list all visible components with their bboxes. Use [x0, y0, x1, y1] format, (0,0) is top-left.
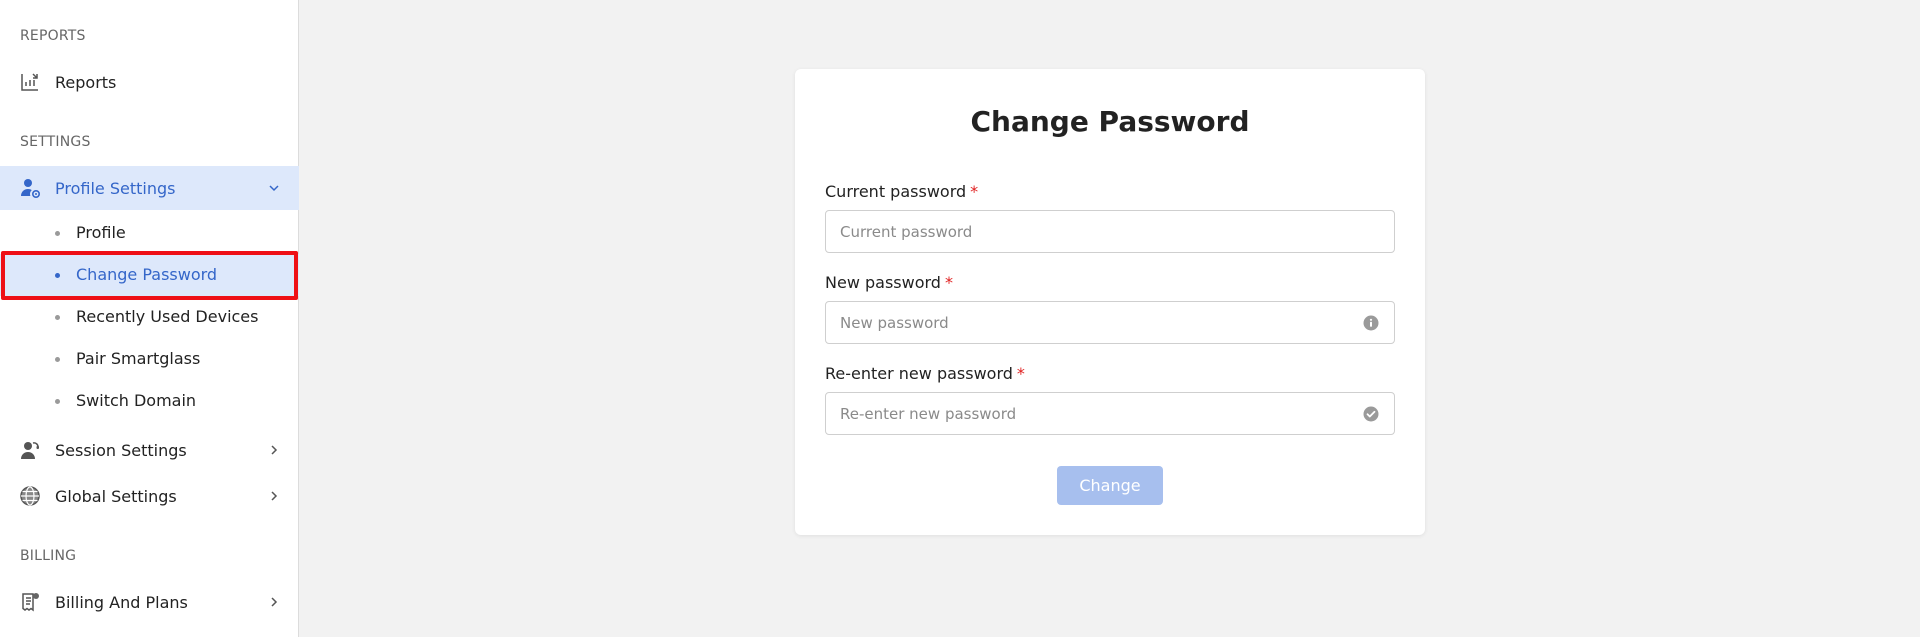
sidebar-item-label: Reports — [55, 72, 117, 92]
confirm-password-label: Re-enter new password * — [825, 364, 1025, 383]
page-title: Change Password — [970, 105, 1250, 138]
bullet-dot — [55, 273, 60, 278]
sidebar-item-label: Global Settings — [55, 486, 177, 506]
section-label-billing: BILLING — [20, 548, 77, 564]
user-gear-icon — [21, 179, 41, 199]
change-password-card: Change Password Current password * New pa… — [795, 69, 1425, 535]
sidebar-subitem-label: Profile — [76, 223, 126, 242]
section-label-settings: SETTINGS — [20, 134, 91, 150]
sidebar-item-billing-and-plans[interactable]: Billing And Plans — [0, 580, 299, 624]
current-password-input[interactable] — [840, 211, 1360, 252]
current-password-field — [825, 210, 1395, 253]
current-password-label: Current password * — [825, 182, 978, 201]
info-icon[interactable] — [1363, 315, 1379, 331]
sidebar-subitem-pair-smartglass[interactable]: Pair Smartglass — [0, 338, 299, 380]
headset-user-icon — [21, 442, 39, 459]
sidebar-subitem-recently-used-devices[interactable]: Recently Used Devices — [0, 296, 299, 338]
check-circle-icon — [1363, 406, 1379, 422]
bullet-dot — [55, 357, 60, 362]
sidebar-item-profile-settings[interactable]: Profile Settings — [0, 166, 299, 210]
section-label-reports: REPORTS — [20, 28, 86, 44]
sidebar-subitem-profile[interactable]: Profile — [0, 212, 299, 254]
sidebar-item-label: Billing And Plans — [55, 592, 188, 612]
chevron-right-icon — [271, 445, 278, 455]
chevron-right-icon — [271, 491, 278, 501]
required-mark: * — [1016, 364, 1025, 383]
new-password-input[interactable] — [840, 302, 1360, 343]
new-password-field — [825, 301, 1395, 344]
sidebar-subitem-switch-domain[interactable]: Switch Domain — [0, 380, 299, 422]
reports-chart-icon — [21, 73, 38, 91]
new-password-label-text: New password — [825, 273, 941, 292]
bullet-dot — [55, 399, 60, 404]
confirm-password-label-text: Re-enter new password — [825, 364, 1013, 383]
current-password-label-text: Current password — [825, 182, 967, 201]
receipt-icon — [22, 593, 39, 612]
confirm-password-field — [825, 392, 1395, 435]
chevron-right-icon — [271, 597, 278, 607]
bullet-dot — [55, 315, 60, 320]
sidebar-item-label: Profile Settings — [55, 178, 176, 198]
globe-icon — [20, 486, 40, 506]
sidebar-item-global-settings[interactable]: Global Settings — [0, 474, 299, 518]
sidebar-subitem-label: Switch Domain — [76, 391, 197, 410]
sidebar-item-reports[interactable]: Reports — [0, 60, 299, 104]
required-mark: * — [944, 273, 953, 292]
chevron-down-icon — [269, 185, 279, 192]
bullet-dot — [55, 231, 60, 236]
sidebar-item-label: Session Settings — [55, 440, 187, 460]
sidebar-subitem-label: Change Password — [76, 265, 218, 284]
sidebar: REPORTS Reports SETTINGS Profile Setting… — [0, 0, 299, 637]
change-button[interactable]: Change — [1057, 466, 1163, 505]
new-password-label: New password * — [825, 273, 953, 292]
sidebar-subitem-label: Pair Smartglass — [76, 349, 201, 368]
confirm-password-input[interactable] — [840, 393, 1360, 434]
required-mark: * — [970, 182, 979, 201]
sidebar-subitem-label: Recently Used Devices — [76, 307, 259, 326]
sidebar-item-session-settings[interactable]: Session Settings — [0, 428, 299, 472]
sidebar-subitem-change-password[interactable]: Change Password — [0, 254, 299, 296]
